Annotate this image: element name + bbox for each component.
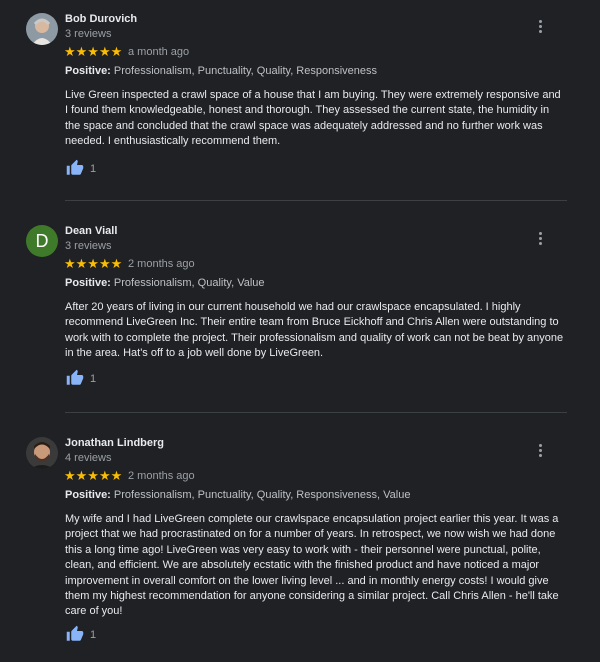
review-divider	[65, 200, 567, 201]
positive-attributes: Positive: Professionalism, Quality, Valu…	[65, 277, 265, 289]
review-date: 2 months ago	[128, 258, 195, 270]
review-text: Live Green inspected a crawl space of a …	[65, 89, 561, 148]
avatar[interactable]: D	[26, 225, 58, 257]
reviewer-review-count: 3 reviews	[65, 240, 112, 252]
more-options-button[interactable]	[530, 228, 550, 248]
star-rating: ★★★★★	[64, 256, 123, 271]
positive-label: Positive:	[65, 65, 111, 77]
positive-label: Positive:	[65, 489, 111, 501]
more-options-button[interactable]	[530, 440, 550, 460]
like-count: 1	[90, 373, 97, 385]
positive-text: Professionalism, Punctuality, Quality, R…	[113, 65, 378, 77]
positive-label: Positive:	[65, 277, 111, 289]
reviewer-review-count: 3 reviews	[65, 28, 112, 40]
thumbs-up-icon[interactable]	[66, 159, 84, 177]
positive-text: Professionalism, Punctuality, Quality, R…	[113, 489, 411, 501]
like-count: 1	[90, 163, 97, 175]
reviewer-name[interactable]: Dean Viall	[65, 225, 117, 237]
avatar[interactable]	[26, 437, 58, 469]
star-rating: ★★★★★	[64, 468, 123, 483]
thumbs-up-icon[interactable]	[66, 369, 84, 387]
review-text: After 20 years of living in our current …	[65, 301, 564, 360]
thumbs-up-icon[interactable]	[66, 625, 84, 643]
review-date: a month ago	[128, 46, 190, 58]
review-text: My wife and I had LiveGreen complete our…	[65, 513, 559, 618]
more-options-button[interactable]	[530, 16, 550, 36]
review-divider	[65, 412, 567, 413]
reviewer-name[interactable]: Bob Durovich	[65, 13, 137, 25]
like-count: 1	[90, 629, 97, 641]
review-date: 2 months ago	[128, 470, 195, 482]
positive-attributes: Positive: Professionalism, Punctuality, …	[65, 489, 410, 501]
positive-attributes: Positive: Professionalism, Punctuality, …	[65, 65, 377, 77]
positive-text: Professionalism, Quality, Value	[113, 277, 265, 289]
reviewer-review-count: 4 reviews	[65, 452, 112, 464]
avatar[interactable]	[26, 13, 58, 45]
star-rating: ★★★★★	[64, 44, 123, 59]
reviewer-name[interactable]: Jonathan Lindberg	[65, 437, 164, 449]
